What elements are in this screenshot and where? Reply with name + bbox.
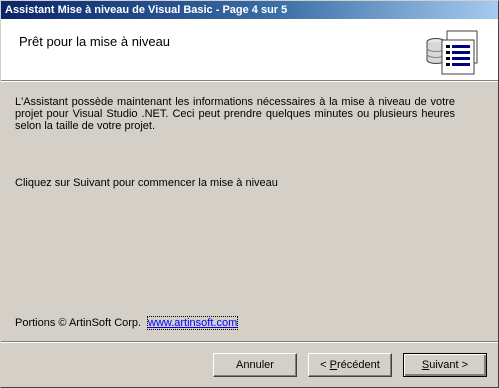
copyright-text: Portions © ArtinSoft Corp.: [15, 317, 142, 329]
previous-button-prefix: <: [320, 358, 330, 371]
description-text: L'Assistant possède maintenant les infor…: [15, 96, 455, 132]
wizard-header: Prêt pour la mise à niveau: [1, 19, 498, 80]
wizard-dialog: Assistant Mise à niveau de Visual Basic …: [0, 0, 499, 388]
title-bar[interactable]: Assistant Mise à niveau de Visual Basic …: [1, 1, 498, 19]
page-title: Prêt pour la mise à niveau: [19, 34, 171, 49]
instruction-text: Cliquez sur Suivant pour commencer la mi…: [15, 177, 278, 189]
cancel-button[interactable]: Annuler: [213, 353, 297, 377]
previous-button-label: récédent: [337, 358, 380, 371]
previous-button[interactable]: < Précédent: [308, 353, 392, 377]
cancel-button-label: Annuler: [236, 358, 274, 371]
next-button-label: uivant >: [429, 358, 469, 371]
window-title: Assistant Mise à niveau de Visual Basic …: [5, 4, 288, 16]
header-divider: [1, 80, 498, 82]
previous-button-accelerator: P: [329, 358, 337, 371]
database-document-icon: [426, 30, 478, 75]
footer-divider: [1, 341, 498, 343]
next-button[interactable]: Suivant >: [403, 353, 487, 377]
artinsoft-link[interactable]: www.artinsoft.com: [146, 316, 239, 330]
